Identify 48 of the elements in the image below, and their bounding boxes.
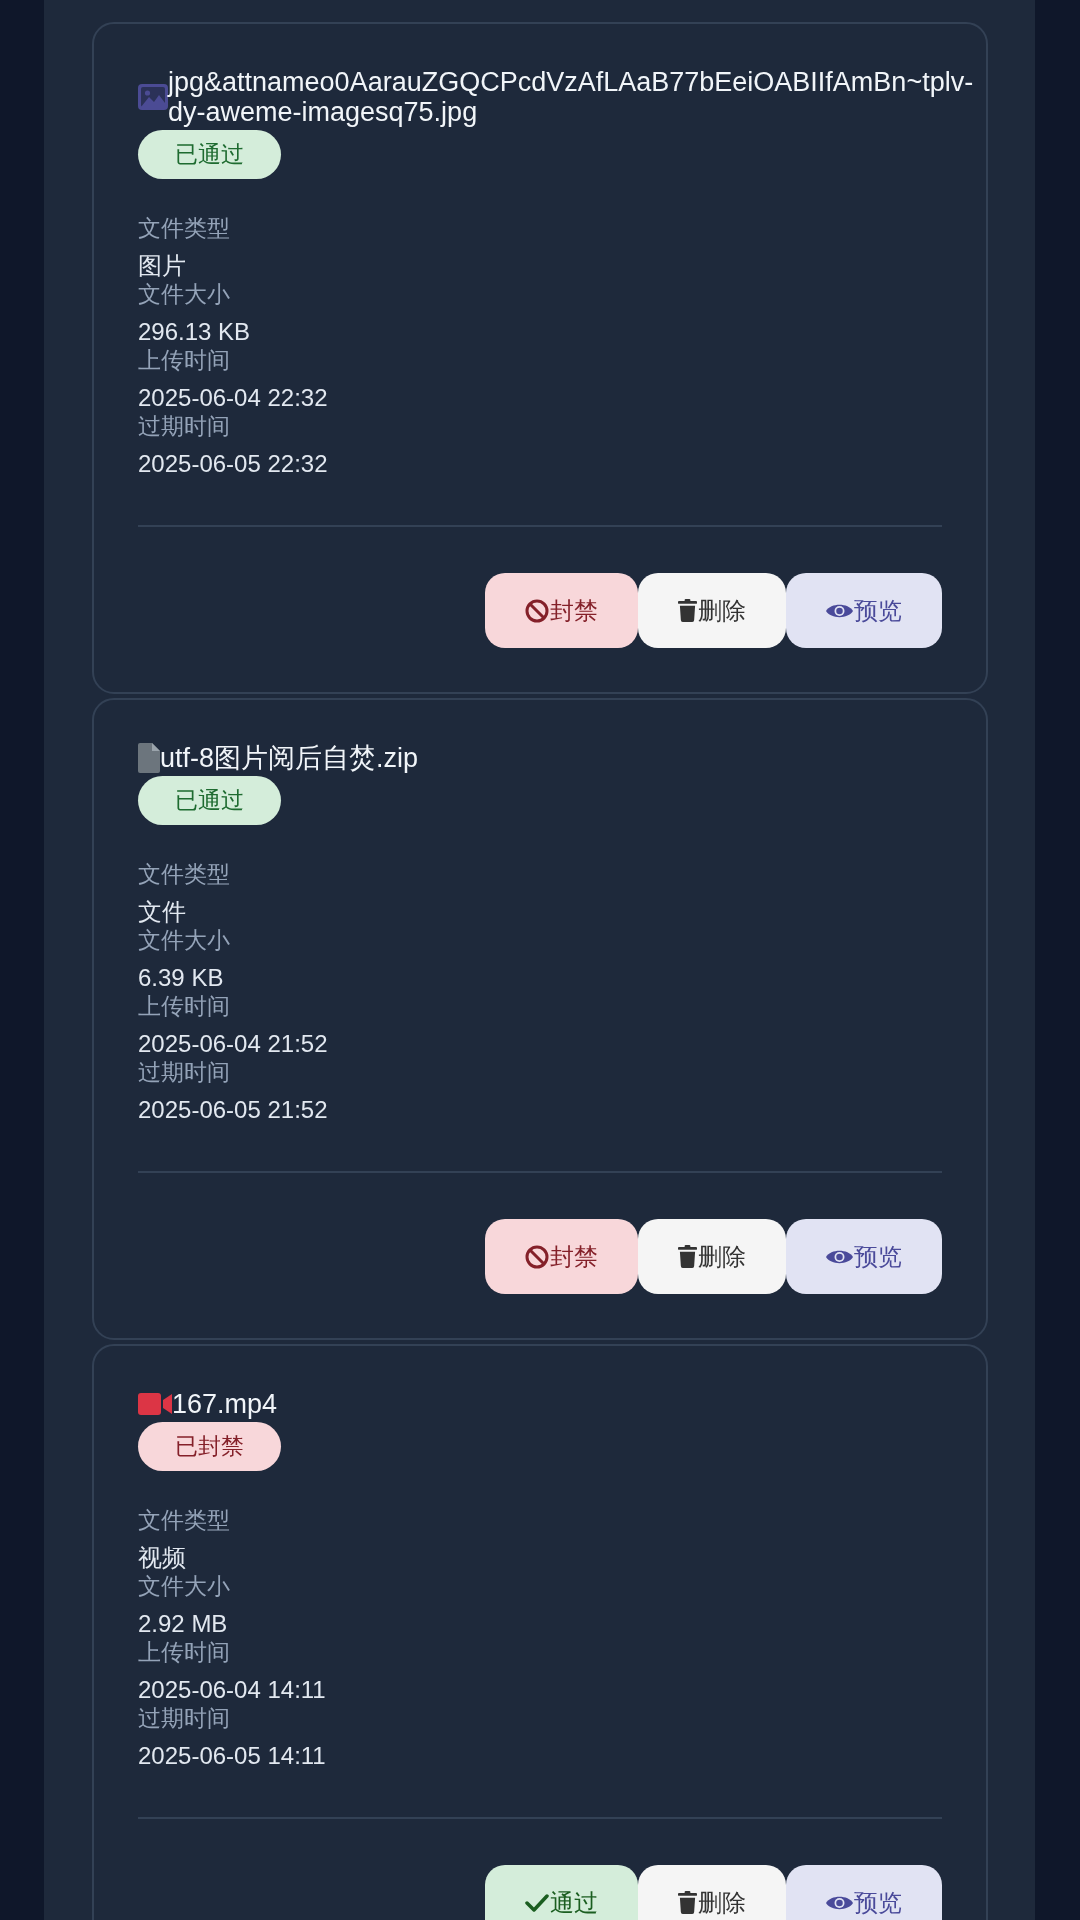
field-label: 文件大小 xyxy=(138,1572,230,1600)
delete-button[interactable]: 删除 xyxy=(638,1865,786,1920)
image-icon xyxy=(138,84,168,110)
field-value: 2025-06-05 14:11 xyxy=(138,1742,326,1770)
field-label: 过期时间 xyxy=(138,1704,230,1732)
check-icon xyxy=(525,1892,549,1913)
field-value: 文件 xyxy=(138,898,186,926)
video-camera-icon xyxy=(138,1393,172,1415)
ban-button[interactable]: 封禁 xyxy=(485,573,638,648)
delete-button[interactable]: 删除 xyxy=(638,573,786,648)
file-name: jpg&attnameo0AarauZGQCPcdVzAfLAaB77bEeiOABIIfAmBn~tplv-dy-aweme-imagesq75.jpg xyxy=(168,67,975,127)
field-value: 2025-06-04 22:32 xyxy=(138,384,328,412)
field-value: 2025-06-04 14:11 xyxy=(138,1676,326,1704)
field-label: 过期时间 xyxy=(138,1058,230,1086)
approve-button[interactable]: 通过 xyxy=(485,1865,638,1920)
file-name: utf-8图片阅后自焚.zip xyxy=(160,743,419,773)
trash-icon xyxy=(678,1245,697,1268)
field-value: 2025-06-05 21:52 xyxy=(138,1096,328,1124)
delete-button[interactable]: 删除 xyxy=(638,1219,786,1294)
preview-button[interactable]: 预览 xyxy=(786,1865,942,1920)
field-label: 文件类型 xyxy=(138,214,230,242)
file-name: 167.mp4 xyxy=(172,1389,278,1419)
field-value: 视频 xyxy=(138,1544,186,1572)
field-value: 图片 xyxy=(138,252,186,280)
field-label: 文件大小 xyxy=(138,926,230,954)
trash-icon xyxy=(678,599,697,622)
field-label: 文件类型 xyxy=(138,1506,230,1534)
preview-button[interactable]: 预览 xyxy=(786,1219,942,1294)
field-value: 296.13 KB xyxy=(138,318,251,346)
field-value: 2025-06-04 21:52 xyxy=(138,1030,328,1058)
field-label: 文件大小 xyxy=(138,280,230,308)
field-label: 上传时间 xyxy=(138,346,230,374)
ban-icon xyxy=(525,1244,549,1269)
ban-icon xyxy=(525,598,549,623)
field-value: 2.92 MB xyxy=(138,1610,228,1638)
field-label: 上传时间 xyxy=(138,992,230,1020)
trash-icon xyxy=(678,1891,697,1914)
status-badge: 已封禁 xyxy=(138,1422,281,1471)
preview-button[interactable]: 预览 xyxy=(786,573,942,648)
status-badge: 已通过 xyxy=(138,130,281,179)
file-icon xyxy=(138,743,160,773)
field-label: 过期时间 xyxy=(138,412,230,440)
status-badge: 已通过 xyxy=(138,776,281,825)
ban-button[interactable]: 封禁 xyxy=(485,1219,638,1294)
field-label: 上传时间 xyxy=(138,1638,230,1666)
field-value: 6.39 KB xyxy=(138,964,224,992)
field-value: 2025-06-05 22:32 xyxy=(138,450,328,478)
field-label: 文件类型 xyxy=(138,860,230,888)
